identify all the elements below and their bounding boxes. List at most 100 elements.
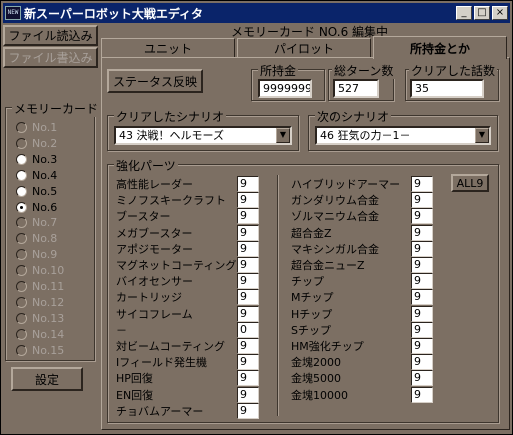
part-name: 超合金Z (291, 226, 332, 240)
radio-button-icon[interactable] (16, 185, 27, 197)
radio-button-icon[interactable] (16, 217, 27, 229)
memory-card-option[interactable]: No.9 (16, 247, 57, 262)
cleared-scenario-select[interactable]: 43 決戦！ヘルモーズ ▼ (114, 126, 292, 145)
radio-button-icon[interactable] (16, 233, 27, 245)
radio-button-icon[interactable] (16, 281, 27, 292)
part-count-input[interactable]: 9 (237, 224, 259, 241)
part-name: EN回復 (116, 388, 154, 402)
part-count-input[interactable]: 9 (411, 176, 433, 192)
part-count-input[interactable]: 9 (411, 386, 433, 403)
parts-divider (277, 175, 279, 416)
part-count-input[interactable]: 9 (237, 273, 259, 290)
part-count-input[interactable]: 9 (237, 386, 259, 403)
window-title: 新スーパーロボット大戦エディタ (24, 6, 204, 21)
part-name: ゾルマニウム合金 (291, 210, 379, 224)
settings-button[interactable]: 設定 (11, 367, 83, 391)
memory-card-option[interactable]: No.5 (16, 184, 57, 199)
cleared-scenario-label: クリアしたシナリオ (114, 108, 227, 125)
radio-button-icon[interactable] (16, 122, 27, 133)
part-count-input[interactable]: 9 (237, 208, 259, 225)
part-count-input[interactable]: 9 (237, 257, 259, 273)
part-name: Iフィールド発生機 (116, 356, 208, 370)
tab-unit[interactable]: ユニット (101, 38, 235, 58)
part-count-input[interactable]: 9 (411, 257, 433, 273)
status-reflect-button[interactable]: ステータス反映 (107, 69, 203, 93)
memory-card-option[interactable]: No.4 (16, 168, 57, 183)
part-count-input[interactable]: 9 (237, 338, 259, 354)
radio-button-icon[interactable] (16, 201, 27, 213)
memory-card-option[interactable]: No.11 (16, 279, 64, 294)
part-count-input[interactable]: 9 (411, 289, 433, 306)
radio-button-icon[interactable] (16, 328, 27, 340)
part-count-input[interactable]: 9 (411, 208, 433, 225)
part-count-input[interactable]: 9 (237, 402, 259, 419)
next-scenario-select[interactable]: 46 狂気の力－1－ ▼ (315, 126, 491, 145)
part-count-input[interactable]: 9 (411, 321, 433, 338)
close-button[interactable]: × (492, 6, 508, 20)
all9-button[interactable]: ALL9 (451, 174, 489, 192)
memory-card-option[interactable]: No.2 (16, 136, 57, 151)
memory-card-option[interactable]: No.12 (16, 295, 64, 310)
part-name: Hチップ (291, 307, 333, 321)
memory-card-option[interactable]: No.7 (16, 215, 57, 230)
part-count-input[interactable]: 9 (411, 305, 433, 322)
memory-card-option-label: No.15 (32, 343, 65, 357)
radio-button-icon[interactable] (16, 153, 27, 165)
part-count-input[interactable]: 9 (411, 240, 433, 257)
part-count-input[interactable]: 9 (411, 192, 433, 209)
minimize-button[interactable]: _ (456, 6, 472, 20)
maximize-button[interactable]: □ (474, 6, 490, 20)
part-count-input[interactable]: 9 (237, 305, 259, 322)
memory-card-option[interactable]: No.8 (16, 231, 57, 246)
radio-button-icon[interactable] (16, 137, 27, 149)
part-count-input[interactable]: 9 (237, 176, 259, 192)
memory-card-option-label: No.6 (32, 200, 58, 214)
part-name: チョバムアーマー (116, 404, 204, 418)
part-count-input[interactable]: 9 (411, 338, 433, 354)
file-load-button[interactable]: ファイル読込み (3, 25, 98, 46)
memory-card-option[interactable]: No.10 (16, 263, 64, 278)
part-count-input[interactable]: 9 (411, 224, 433, 241)
part-count-input[interactable]: 9 (237, 354, 259, 371)
file-save-button[interactable]: ファイル書込み (3, 47, 98, 68)
part-name: ガンダリウム合金 (291, 194, 379, 208)
radio-button-icon[interactable] (16, 265, 27, 277)
cleared-count-input[interactable]: 35 (410, 79, 484, 98)
part-name: HM強化チップ (291, 340, 364, 353)
radio-button-icon[interactable] (16, 169, 27, 181)
turns-input[interactable]: 527 (333, 79, 379, 98)
radio-button-icon[interactable] (16, 344, 27, 356)
money-input[interactable]: 9999999 (258, 79, 312, 98)
radio-button-icon[interactable] (16, 296, 27, 308)
memory-card-option[interactable]: No.1 (16, 120, 57, 135)
tab-money-etc[interactable]: 所持金とか (373, 36, 507, 59)
radio-button-icon[interactable] (16, 312, 27, 324)
chevron-down-icon[interactable]: ▼ (475, 128, 489, 143)
next-scenario-value: 46 狂気の力－1－ (320, 129, 411, 142)
part-count-input[interactable]: 9 (237, 240, 259, 257)
part-count-input[interactable]: 9 (411, 354, 433, 371)
part-name: 高性能レーダー (116, 178, 193, 191)
part-name: 超合金ニューZ (291, 259, 365, 272)
next-scenario-label: 次のシナリオ (315, 108, 392, 125)
radio-button-icon[interactable] (16, 249, 27, 261)
tab-pilot[interactable]: パイロット (237, 38, 371, 58)
part-count-input[interactable]: 9 (237, 289, 259, 306)
memory-card-option[interactable]: No.3 (16, 152, 57, 167)
part-count-input[interactable]: 9 (411, 273, 433, 290)
app-icon: NEW (5, 6, 21, 20)
editor-window: NEW 新スーパーロボット大戦エディタ _ □ × ファイル読込み ファイル書込… (0, 0, 513, 435)
part-name: 金塊10000 (291, 388, 348, 402)
enhancement-parts-label: 強化パーツ (114, 157, 178, 174)
memory-card-option[interactable]: No.13 (16, 311, 64, 326)
part-count-input[interactable]: 9 (237, 192, 259, 209)
part-name: ミノフスキークラフト (116, 194, 226, 208)
title-bar[interactable]: NEW 新スーパーロボット大戦エディタ _ □ × (3, 3, 510, 23)
part-count-input[interactable]: 9 (411, 370, 433, 387)
memory-card-option[interactable]: No.6 (16, 200, 57, 215)
memory-card-option[interactable]: No.15 (16, 343, 64, 358)
memory-card-option[interactable]: No.14 (16, 327, 64, 342)
chevron-down-icon[interactable]: ▼ (276, 128, 290, 143)
part-count-input[interactable]: 9 (237, 370, 259, 387)
part-count-input[interactable]: 0 (237, 321, 259, 338)
